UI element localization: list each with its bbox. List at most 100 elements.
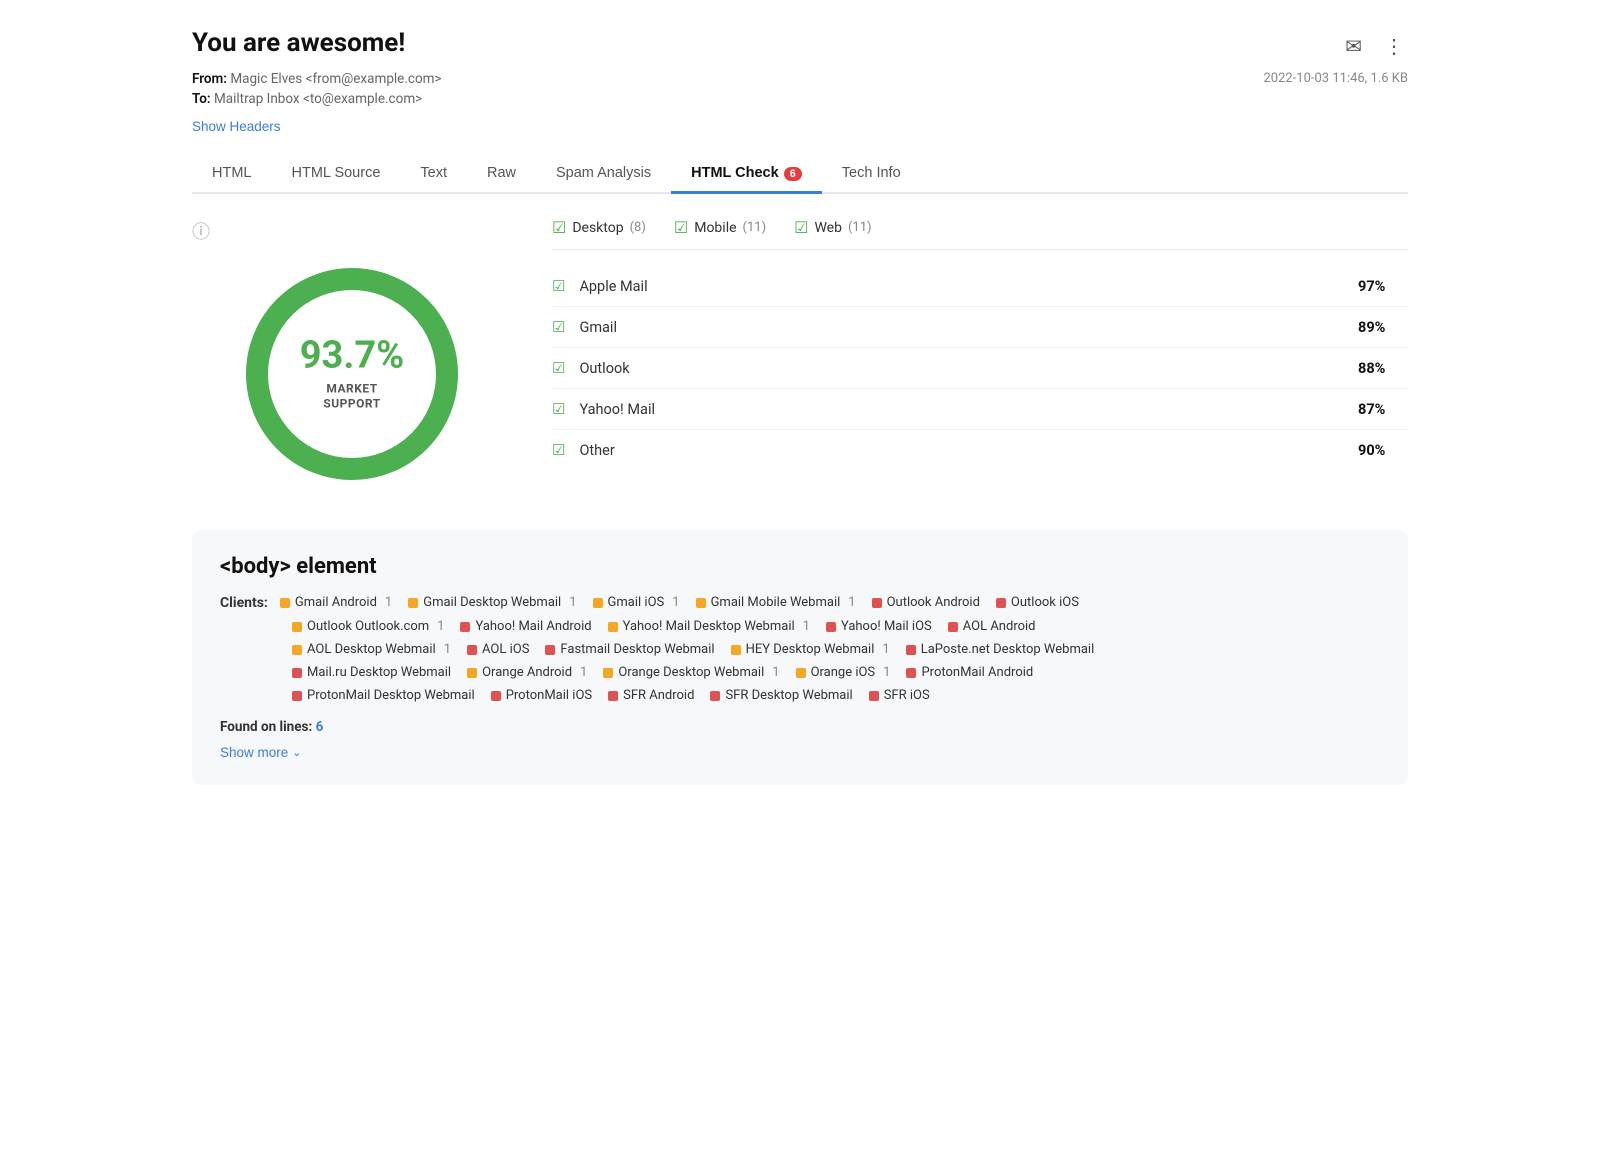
market-support-chart: 93.7% MARKETSUPPORT (232, 254, 472, 494)
list-item: Gmail Android 1 (280, 595, 392, 610)
dot-icon (280, 598, 290, 608)
apple-mail-check: ☑ (552, 277, 565, 295)
info-icon[interactable]: ⓘ (192, 218, 210, 244)
list-item: Gmail Mobile Webmail 1 (696, 595, 856, 610)
tab-spam-analysis[interactable]: Spam Analysis (536, 155, 671, 194)
dot-icon (731, 645, 741, 655)
dot-icon (796, 668, 806, 678)
clients-list-row4: Mail.ru Desktop Webmail Orange Android 1… (220, 665, 1380, 680)
dot-icon (996, 598, 1006, 608)
tab-html-source[interactable]: HTML Source (271, 155, 400, 194)
list-item: Mail.ru Desktop Webmail (292, 665, 451, 680)
client-apple-mail: ☑ Apple Mail 97% (552, 266, 1408, 307)
list-item: SFR Desktop Webmail (710, 688, 852, 703)
dot-icon (710, 691, 720, 701)
to-row: To: Mailtrap Inbox <to@example.com> (192, 91, 442, 107)
dot-icon (467, 645, 477, 655)
tab-bar: HTML HTML Source Text Raw Spam Analysis … (192, 155, 1408, 194)
list-item: Outlook Outlook.com 1 (292, 619, 444, 634)
client-yahoo-mail: ☑ Yahoo! Mail 87% (552, 389, 1408, 430)
dot-icon (408, 598, 418, 608)
list-item: AOL Android (948, 619, 1036, 634)
dot-icon (608, 691, 618, 701)
list-item: AOL Desktop Webmail 1 (292, 642, 451, 657)
dot-icon (292, 668, 302, 678)
clients-list-row5: ProtonMail Desktop Webmail ProtonMail iO… (220, 688, 1380, 703)
tab-raw[interactable]: Raw (467, 155, 536, 194)
dot-icon (292, 622, 302, 632)
list-item: HEY Desktop Webmail 1 (731, 642, 890, 657)
list-item: LaPoste.net Desktop Webmail (906, 642, 1095, 657)
market-support-label: MARKETSUPPORT (300, 381, 405, 412)
dot-icon (696, 598, 706, 608)
list-item: AOL iOS (467, 642, 529, 657)
clients-label: Clients: (220, 595, 268, 611)
clients-list-row3: AOL Desktop Webmail 1 AOL iOS Fastmail D… (220, 642, 1380, 657)
tab-tech-info[interactable]: Tech Info (822, 155, 921, 194)
dot-icon (872, 598, 882, 608)
dot-icon (948, 622, 958, 632)
mobile-check-icon: ☑ (674, 218, 688, 237)
email-forward-button[interactable]: ✉ (1341, 32, 1366, 61)
dot-icon (826, 622, 836, 632)
filter-web[interactable]: ☑ Web (11) (794, 218, 871, 237)
list-item: Yahoo! Mail Desktop Webmail 1 (608, 619, 810, 634)
dot-icon (467, 668, 477, 678)
web-check-icon: ☑ (794, 218, 808, 237)
email-date: 2022-10-03 11:46, 1.6 KB (1263, 71, 1408, 86)
clients-list-row2: Outlook Outlook.com 1 Yahoo! Mail Androi… (220, 619, 1380, 634)
list-item: Fastmail Desktop Webmail (545, 642, 714, 657)
more-options-button[interactable]: ⋮ (1380, 32, 1408, 61)
email-title: You are awesome! (192, 28, 405, 58)
client-gmail: ☑ Gmail 89% (552, 307, 1408, 348)
dot-icon (460, 622, 470, 632)
yahoo-check: ☑ (552, 400, 565, 418)
market-support-percent: 93.7% (300, 336, 405, 378)
list-item: Yahoo! Mail Android (460, 619, 591, 634)
list-item: ProtonMail iOS (491, 688, 592, 703)
tab-html-check[interactable]: HTML Check6 (671, 155, 822, 194)
filter-mobile[interactable]: ☑ Mobile (11) (674, 218, 766, 237)
list-item: SFR Android (608, 688, 694, 703)
other-check: ☑ (552, 441, 565, 459)
list-item: Outlook iOS (996, 595, 1079, 610)
dot-icon (906, 645, 916, 655)
dot-icon (545, 645, 555, 655)
list-item: Orange Android 1 (467, 665, 587, 680)
dot-icon (906, 668, 916, 678)
dot-icon (869, 691, 879, 701)
tab-html[interactable]: HTML (192, 155, 271, 194)
filter-desktop[interactable]: ☑ Desktop (8) (552, 218, 646, 237)
tab-text[interactable]: Text (400, 155, 467, 194)
gmail-check: ☑ (552, 318, 565, 336)
dot-icon (603, 668, 613, 678)
desktop-check-icon: ☑ (552, 218, 566, 237)
body-element-title: <body> element (220, 554, 1380, 579)
from-row: From: Magic Elves <from@example.com> (192, 71, 442, 87)
html-check-badge: 6 (784, 167, 802, 181)
list-item: Outlook Android (872, 595, 980, 610)
body-element-section: <body> element Clients: Gmail Android 1 … (192, 530, 1408, 785)
client-outlook: ☑ Outlook 88% (552, 348, 1408, 389)
dot-icon (292, 645, 302, 655)
dot-icon (593, 598, 603, 608)
clients-list: Gmail Android 1 Gmail Desktop Webmail 1 … (280, 595, 1095, 610)
show-headers-button[interactable]: Show Headers (192, 119, 281, 134)
list-item: Gmail iOS 1 (593, 595, 680, 610)
list-item: Gmail Desktop Webmail 1 (408, 595, 576, 610)
list-item: SFR iOS (869, 688, 930, 703)
chevron-down-icon: ⌄ (292, 746, 301, 759)
outlook-check: ☑ (552, 359, 565, 377)
list-item: Yahoo! Mail iOS (826, 619, 932, 634)
list-item: Orange iOS 1 (796, 665, 891, 680)
client-filter-row: ☑ Desktop (8) ☑ Mobile (11) ☑ Web (11) (552, 218, 1408, 250)
list-item: Orange Desktop Webmail 1 (603, 665, 779, 680)
list-item: ProtonMail Desktop Webmail (292, 688, 475, 703)
list-item: ProtonMail Android (906, 665, 1033, 680)
show-more-button[interactable]: Show more ⌄ (220, 745, 302, 760)
found-lines: Found on lines: 6 (220, 719, 1380, 735)
client-other: ☑ Other 90% (552, 430, 1408, 470)
dot-icon (608, 622, 618, 632)
dot-icon (292, 691, 302, 701)
dot-icon (491, 691, 501, 701)
